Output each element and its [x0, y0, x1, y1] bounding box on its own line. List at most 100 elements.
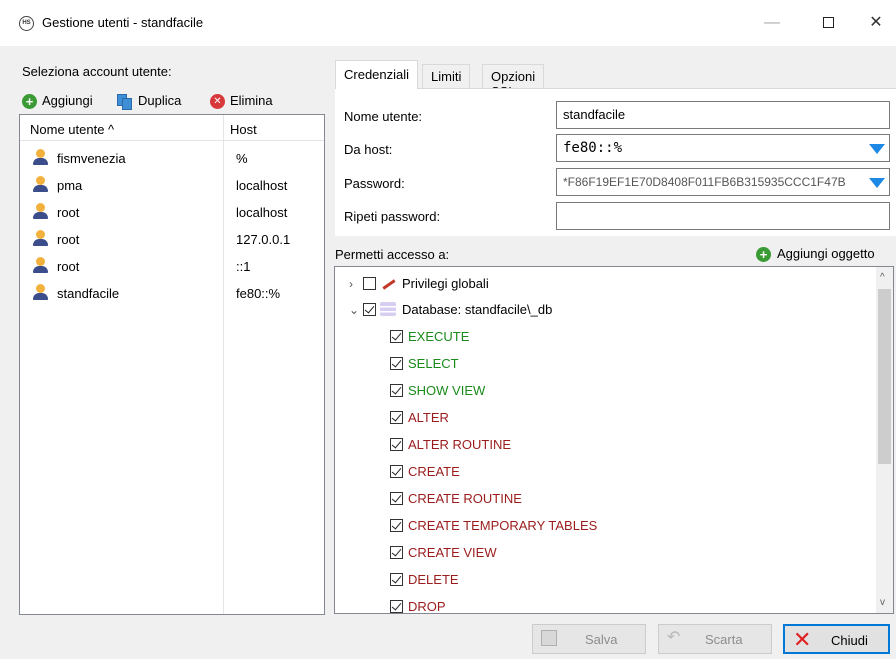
user-icon: [33, 284, 48, 300]
discard-button[interactable]: ↶ Scarta: [658, 624, 772, 654]
dropdown-arrow-icon[interactable]: [869, 144, 885, 154]
checkbox[interactable]: [390, 599, 403, 613]
privilege-item[interactable]: SELECT: [390, 351, 459, 377]
close-window-button[interactable]: ✕: [856, 8, 896, 38]
window-title: Gestione utenti - standfacile: [42, 15, 204, 30]
scroll-down-icon[interactable]: v: [880, 597, 885, 608]
user-host: 127.0.0.1: [236, 232, 291, 247]
host-combobox[interactable]: fe80::%: [556, 134, 890, 162]
user-name: root: [57, 259, 80, 274]
chevron-right-icon[interactable]: ›: [349, 271, 363, 297]
add-object-button[interactable]: + Aggiungi oggetto: [756, 246, 875, 263]
user-host: %: [236, 151, 248, 166]
repeat-password-input[interactable]: [556, 202, 890, 230]
user-name: pma: [57, 178, 83, 193]
user-row-selected[interactable]: standfacile fe80::%: [20, 279, 324, 306]
save-icon: [541, 630, 557, 646]
checkbox[interactable]: [390, 329, 403, 343]
host-label: Da host:: [344, 142, 393, 157]
privilege-item[interactable]: ALTER ROUTINE: [390, 432, 511, 458]
user-list-header: Nome utente ^ Host: [20, 115, 324, 141]
scrollbar-thumb[interactable]: [878, 289, 891, 464]
duplicate-icon: [117, 93, 133, 110]
save-button[interactable]: Salva: [532, 624, 646, 654]
minimize-button[interactable]: —: [752, 8, 792, 38]
privilege-item[interactable]: ALTER: [390, 405, 449, 431]
checkbox[interactable]: [390, 572, 403, 586]
user-host: fe80::%: [236, 286, 281, 301]
user-host: localhost: [236, 205, 288, 220]
user-row[interactable]: root ::1: [20, 252, 324, 279]
privilege-item[interactable]: CREATE ROUTINE: [390, 486, 522, 512]
column-header-host[interactable]: Host: [230, 122, 257, 137]
user-row[interactable]: root 127.0.0.1: [20, 225, 324, 252]
permissions-tree[interactable]: › Privilegi globali ⌄ Database: standfacil…: [334, 266, 894, 614]
title-bar: HS Gestione utenti - standfacile — ✕: [0, 0, 896, 46]
privileges-icon: [380, 277, 396, 289]
repeat-password-label: Ripeti password:: [344, 209, 441, 224]
duplicate-user-button[interactable]: Duplica: [117, 92, 181, 110]
database-icon: [380, 302, 396, 317]
undo-icon: ↶: [667, 629, 681, 646]
credentials-panel: Nome utente: standfacile Da host: fe80::…: [335, 88, 896, 236]
close-button[interactable]: ✕ Chiudi: [783, 624, 890, 654]
add-user-button[interactable]: + Aggiungi: [22, 92, 93, 110]
username-label: Nome utente:: [344, 109, 423, 124]
user-icon: [33, 257, 48, 273]
checkbox[interactable]: [390, 518, 403, 532]
password-label: Password:: [344, 176, 405, 191]
scroll-up-icon[interactable]: ^: [880, 272, 885, 283]
add-icon: +: [22, 94, 37, 110]
app-icon: HS: [19, 16, 34, 31]
maximize-icon: [822, 17, 834, 29]
tree-node-database[interactable]: ⌄ Database: standfacile\_db: [349, 297, 552, 323]
checkbox[interactable]: [363, 276, 376, 290]
privilege-item[interactable]: CREATE: [390, 459, 460, 485]
user-host: ::1: [236, 259, 251, 274]
delete-icon: ✕: [210, 94, 225, 110]
dropdown-arrow-icon[interactable]: [869, 178, 885, 188]
user-name: root: [57, 232, 80, 247]
user-row[interactable]: fismvenezia %: [20, 144, 324, 171]
user-list[interactable]: Nome utente ^ Host fismvenezia % pma loc…: [19, 114, 325, 615]
close-icon: ✕: [793, 627, 812, 652]
column-header-username[interactable]: Nome utente ^: [30, 122, 114, 137]
add-icon: +: [756, 247, 771, 263]
username-input[interactable]: standfacile: [556, 101, 890, 129]
checkbox[interactable]: [390, 545, 403, 559]
privilege-item[interactable]: EXECUTE: [390, 324, 469, 350]
tab-ssl-options[interactable]: Opzioni SSL: [482, 64, 545, 99]
delete-user-button[interactable]: ✕ Elimina: [210, 92, 273, 110]
user-row[interactable]: root localhost: [20, 198, 324, 225]
tab-limits[interactable]: Limiti: [422, 64, 471, 88]
user-name: root: [57, 205, 80, 220]
user-icon: [33, 149, 48, 165]
checkbox[interactable]: [390, 383, 403, 397]
checkbox[interactable]: [390, 464, 403, 478]
user-name: standfacile: [57, 286, 120, 301]
user-host: localhost: [236, 178, 288, 193]
select-account-label: Seleziona account utente:: [22, 64, 172, 79]
user-name: fismvenezia: [57, 151, 126, 166]
tree-node-global-privileges[interactable]: › Privilegi globali: [349, 271, 489, 297]
maximize-button[interactable]: [808, 8, 848, 38]
privilege-item[interactable]: CREATE VIEW: [390, 540, 497, 566]
checkbox[interactable]: [390, 410, 403, 424]
privilege-item[interactable]: SHOW VIEW: [390, 378, 485, 404]
user-row[interactable]: pma localhost: [20, 171, 324, 198]
chevron-down-icon[interactable]: ⌄: [349, 297, 363, 323]
user-icon: [33, 176, 48, 192]
user-icon: [33, 230, 48, 246]
tab-credentials[interactable]: Credenziali: [335, 60, 419, 89]
user-icon: [33, 203, 48, 219]
vertical-scrollbar[interactable]: ^ v: [876, 267, 893, 613]
privilege-item[interactable]: DROP: [390, 594, 446, 613]
checkbox[interactable]: [363, 302, 376, 316]
checkbox[interactable]: [390, 491, 403, 505]
privilege-item[interactable]: CREATE TEMPORARY TABLES: [390, 513, 597, 539]
password-combobox[interactable]: *F86F19EF1E70D8408F011FB6B315935CCC1F47B: [556, 168, 890, 196]
checkbox[interactable]: [390, 437, 403, 451]
permissions-label: Permetti accesso a:: [335, 247, 450, 262]
checkbox[interactable]: [390, 356, 403, 370]
privilege-item[interactable]: DELETE: [390, 567, 459, 593]
